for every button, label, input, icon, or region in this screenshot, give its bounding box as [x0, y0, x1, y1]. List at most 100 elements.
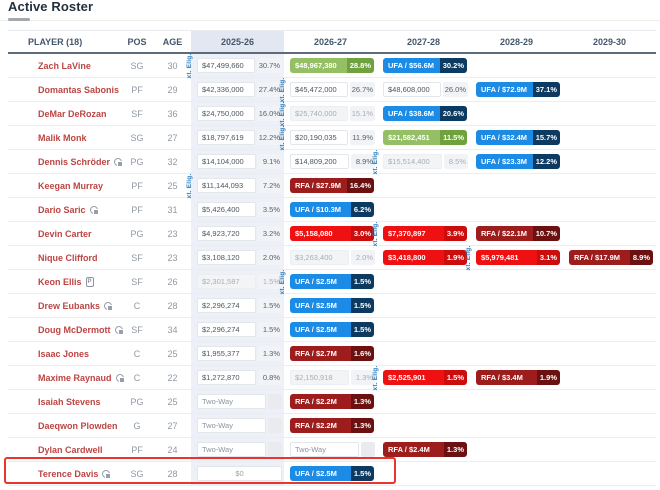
year-cell: $5,158,0803.0% — [284, 222, 377, 245]
player-name-link[interactable]: Daeqwon Plowden — [38, 421, 118, 431]
badge-label: UFA / $23.3M — [476, 154, 533, 169]
salary-value: $2,296,274 — [197, 322, 256, 337]
table-row[interactable]: Doug McDermottSF34$2,296,2741.5%UFA / $2… — [8, 318, 656, 342]
player-cell: Drew Eubanks — [8, 294, 120, 317]
table-row[interactable]: Daeqwon PlowdenG27Two-WayRFA / $2.2M1.3% — [8, 414, 656, 438]
year-cell — [563, 390, 656, 413]
player-cell: Nique Clifford — [8, 246, 120, 269]
player-position: SF — [120, 270, 154, 293]
player-name-link[interactable]: Zach LaVine — [38, 61, 91, 71]
free-agency-badge: $3,418,8001.9% — [383, 250, 467, 265]
year-cell — [563, 222, 656, 245]
badge-label: RFA / $2.2M — [290, 418, 351, 433]
table-row[interactable]: Terence DavisSG28$0UFA / $2.5M1.5% — [8, 462, 656, 486]
salary-value: $1,955,377 — [197, 346, 256, 361]
year-cell: RFA / $2.4M1.3% — [377, 438, 470, 461]
player-name-link[interactable]: Isaac Jones — [38, 349, 89, 359]
contract-note-icon[interactable] — [116, 374, 124, 382]
contract-note-icon[interactable] — [90, 206, 98, 214]
year-cell — [563, 342, 656, 365]
player-name-link[interactable]: Dario Saric — [38, 205, 86, 215]
cap-percent: 26.0% — [443, 82, 468, 97]
column-header-y2026[interactable]: 2026-27 — [284, 31, 377, 52]
two-way-value: Two-Way — [197, 418, 266, 433]
player-name-link[interactable]: Dylan Cardwell — [38, 445, 103, 455]
extension-eligible-label: xt. Elig. — [373, 221, 380, 246]
contract-option-icon[interactable] — [86, 277, 94, 287]
player-name-link[interactable]: Domantas Sabonis — [38, 85, 119, 95]
player-name-link[interactable]: Keegan Murray — [38, 181, 103, 191]
extension-eligible-label: xt. Elig. — [373, 365, 380, 390]
player-name-link[interactable]: Terence Davis — [38, 469, 98, 479]
year-cell: Two-Way — [191, 438, 284, 461]
year-cell — [377, 318, 470, 341]
player-name-link[interactable]: DeMar DeRozan — [38, 109, 107, 119]
badge-label: $5,979,481 — [476, 250, 537, 265]
year-cell: RFA / $22.1M10.7% — [470, 222, 563, 245]
cap-percent: 2.0% — [351, 250, 375, 265]
player-name-link[interactable]: Maxime Raynaud — [38, 373, 112, 383]
badge-percent: 12.2% — [533, 154, 560, 169]
table-row[interactable]: DeMar DeRozanSF36$24,750,00016.0%xt. Eli… — [8, 102, 656, 126]
player-name-link[interactable]: Doug McDermott — [38, 325, 111, 335]
player-name-link[interactable]: Nique Clifford — [38, 253, 98, 263]
contract-note-icon[interactable] — [115, 326, 123, 334]
player-name-link[interactable]: Keon Ellis — [38, 277, 82, 287]
table-row[interactable]: Malik MonkSG27$18,797,61912.2%xt. Elig.$… — [8, 126, 656, 150]
table-row[interactable]: Maxime RaynaudC22$1,272,8700.8%$2,150,91… — [8, 366, 656, 390]
year-cell: UFA / $2.5M1.5% — [284, 294, 377, 317]
table-row[interactable]: Dylan CardwellPF24Two-WayTwo-WayRFA / $2… — [8, 438, 656, 462]
salary-value: $0 — [197, 466, 282, 481]
table-row[interactable]: Keegan MurrayPF25xt. Elig.$11,144,0937.2… — [8, 174, 656, 198]
column-header-player[interactable]: PLAYER (18) — [8, 31, 120, 52]
table-row[interactable]: Isaiah StevensPG25Two-WayRFA / $2.2M1.3% — [8, 390, 656, 414]
table-row[interactable]: Devin CarterPG23$4,923,7203.2%$5,158,080… — [8, 222, 656, 246]
year-cell — [377, 270, 470, 293]
contract-note-icon[interactable] — [104, 302, 112, 310]
column-header-pos[interactable]: POS — [120, 31, 154, 52]
title-bar: Active Roster — [0, 0, 660, 30]
player-name-link[interactable]: Drew Eubanks — [38, 301, 100, 311]
table-row[interactable]: Keon EllisSF26$2,301,5871.5%xt. Elig.UFA… — [8, 270, 656, 294]
year-cell: UFA / $2.5M1.5% — [284, 462, 377, 485]
player-name-link[interactable]: Isaiah Stevens — [38, 397, 101, 407]
extension-eligible-label: xt. Elig. — [373, 149, 380, 174]
badge-label: UFA / $56.6M — [383, 58, 440, 73]
badge-label: $48,967,380 — [290, 58, 347, 73]
player-name-link[interactable]: Devin Carter — [38, 229, 92, 239]
badge-label: UFA / $2.5M — [290, 466, 351, 481]
year-cell: RFA / $2.2M1.3% — [284, 390, 377, 413]
contract-note-icon[interactable] — [102, 470, 110, 478]
table-row[interactable]: Domantas SabonisPF29$42,336,00027.4%xt. … — [8, 78, 656, 102]
salary-value: $3,263,400 — [290, 250, 349, 265]
free-agency-badge: UFA / $38.6M20.6% — [383, 106, 467, 121]
player-position: SG — [120, 462, 154, 485]
column-header-y2027[interactable]: 2027-28 — [377, 31, 470, 52]
column-header-y2025[interactable]: 2025-26 — [191, 31, 284, 52]
badge-percent: 28.8% — [347, 58, 374, 73]
contract-note-icon[interactable] — [114, 158, 122, 166]
year-cell: Two-Way — [191, 414, 284, 437]
year-cell — [563, 174, 656, 197]
player-name-link[interactable]: Dennis Schröder — [38, 157, 110, 167]
column-header-age[interactable]: AGE — [154, 31, 191, 52]
column-header-y2028[interactable]: 2028-29 — [470, 31, 563, 52]
two-way-value: Two-Way — [197, 394, 266, 409]
badge-label: $2,525,901 — [383, 370, 444, 385]
free-agency-badge: RFA / $22.1M10.7% — [476, 226, 560, 241]
table-row[interactable]: Drew EubanksC28$2,296,2741.5%UFA / $2.5M… — [8, 294, 656, 318]
year-cell: $14,104,0009.1% — [191, 150, 284, 173]
player-position: PF — [120, 198, 154, 221]
year-cell — [470, 438, 563, 461]
table-row[interactable]: Nique CliffordSF23$3,108,1202.0%$3,263,4… — [8, 246, 656, 270]
table-row[interactable]: Dario SaricPF31$5,426,4003.5%UFA / $10.3… — [8, 198, 656, 222]
badge-percent: 15.7% — [533, 130, 560, 145]
year-cell — [563, 318, 656, 341]
player-name-link[interactable]: Malik Monk — [38, 133, 87, 143]
column-header-y2029[interactable]: 2029-30 — [563, 31, 656, 52]
table-row[interactable]: Isaac JonesC25$1,955,3771.3%RFA / $2.7M1… — [8, 342, 656, 366]
table-row[interactable]: Dennis SchröderPG32$14,104,0009.1%$14,80… — [8, 150, 656, 174]
salary-value: $4,923,720 — [197, 226, 256, 241]
year-cell: xt. Elig.$15,514,4008.5% — [377, 150, 470, 173]
table-row[interactable]: Zach LaVineSG30xt. Elig.$47,499,66030.7%… — [8, 54, 656, 78]
